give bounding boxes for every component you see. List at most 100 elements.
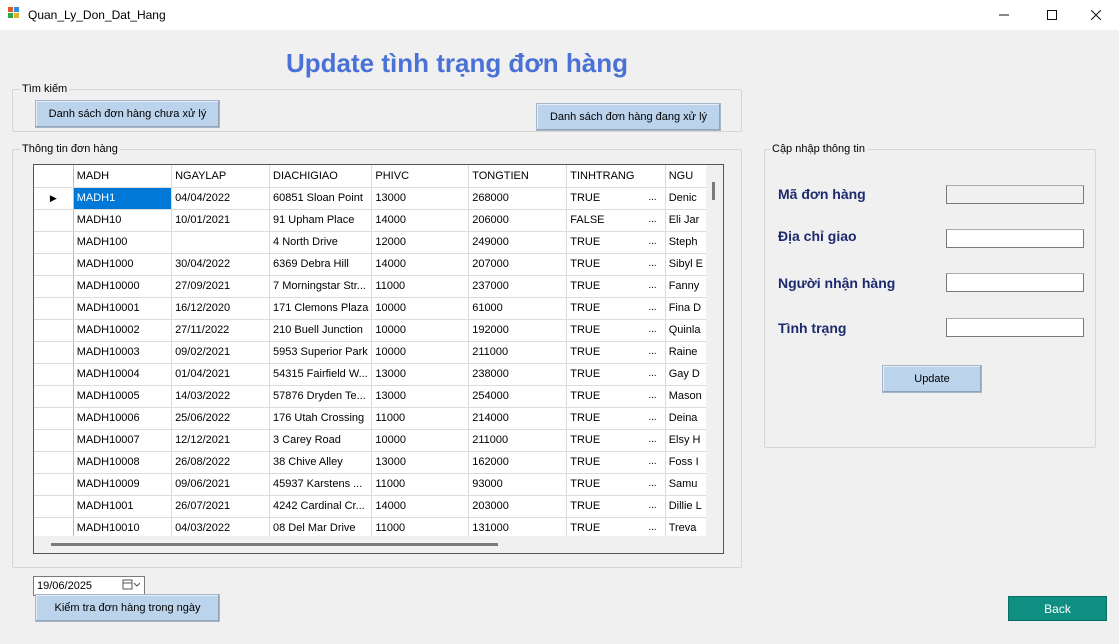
table-row[interactable]: ▶ MADH1 04/04/2022 60851 Sloan Point 13000 26…: [34, 187, 707, 210]
table-cell-madh[interactable]: MADH10001: [73, 297, 173, 320]
check-today-orders-button[interactable]: Kiểm tra đơn hàng trong ngày: [35, 594, 220, 622]
update-button[interactable]: Update: [882, 365, 982, 393]
table-cell-madh[interactable]: MADH1000: [73, 253, 173, 276]
table-cell-tongtien[interactable]: 214000: [468, 407, 568, 430]
row-header[interactable]: [34, 297, 74, 320]
row-header[interactable]: [34, 495, 74, 518]
table-cell-tinhtrang[interactable]: TRUE: [566, 341, 666, 364]
table-row[interactable]: MADH1000 30/04/2022 6369 Debra Hill 14000 20…: [34, 253, 707, 276]
back-button[interactable]: Back: [1008, 596, 1107, 621]
table-cell-ngaylap[interactable]: 16/12/2020: [171, 297, 271, 320]
table-cell-diachigiao[interactable]: 7 Morningstar Str...: [269, 275, 373, 298]
table-cell-ngaylap[interactable]: 12/12/2021: [171, 429, 271, 452]
table-cell-ngaylap[interactable]: 27/11/2022: [171, 319, 271, 342]
address-field[interactable]: [946, 229, 1084, 248]
column-header-phivc[interactable]: PHIVC: [371, 165, 470, 188]
table-cell-ngaylap[interactable]: 04/03/2022: [171, 517, 271, 538]
order-id-field[interactable]: [946, 185, 1084, 204]
column-header-ngu[interactable]: NGU: [665, 165, 707, 188]
table-row[interactable]: MADH100 4 North Drive12000249000TRUESteph: [34, 231, 707, 254]
table-cell-tinhtrang[interactable]: TRUE: [566, 473, 666, 496]
table-cell-ngu[interactable]: Quinla: [665, 319, 707, 342]
table-cell-tinhtrang[interactable]: TRUE: [566, 231, 666, 254]
table-row[interactable]: MADH10003 09/02/2021 5953 Superior Park 100…: [34, 341, 707, 364]
table-cell-madh[interactable]: MADH10000: [73, 275, 173, 298]
table-cell-ngu[interactable]: Treva: [665, 517, 707, 538]
table-cell-phivc[interactable]: 13000: [371, 363, 470, 386]
table-cell-ngaylap[interactable]: 26/07/2021: [171, 495, 271, 518]
row-header[interactable]: [34, 385, 74, 408]
table-row[interactable]: MADH10010 04/03/2022 08 Del Mar Drive 11000…: [34, 517, 707, 538]
column-header-tinhtrang[interactable]: TINHTRANG: [566, 165, 666, 188]
table-cell-ngaylap[interactable]: 25/06/2022: [171, 407, 271, 430]
table-cell-tongtien[interactable]: 203000: [468, 495, 568, 518]
table-cell-phivc[interactable]: 11000: [371, 407, 470, 430]
table-cell-tinhtrang[interactable]: TRUE: [566, 363, 666, 386]
row-header[interactable]: [34, 451, 74, 474]
table-cell-tongtien[interactable]: 211000: [468, 429, 568, 452]
column-header-ngaylap[interactable]: NGAYLAP: [171, 165, 271, 188]
table-cell-madh[interactable]: MADH10005: [73, 385, 173, 408]
table-cell-diachigiao[interactable]: 171 Clemons Plaza: [269, 297, 373, 320]
table-cell-madh[interactable]: MADH10004: [73, 363, 173, 386]
column-header-diachigiao[interactable]: DIACHIGIAO: [269, 165, 373, 188]
table-cell-tinhtrang[interactable]: FALSE: [566, 209, 666, 232]
table-cell-tinhtrang[interactable]: TRUE: [566, 385, 666, 408]
table-cell-ngaylap[interactable]: 10/01/2021: [171, 209, 271, 232]
table-cell-ngaylap[interactable]: 04/04/2022: [171, 187, 271, 210]
calendar-icon[interactable]: [122, 579, 141, 594]
table-cell-ngu[interactable]: Denic: [665, 187, 707, 210]
table-row[interactable]: MADH10001 16/12/2020 171 Clemons Plaza 1000…: [34, 297, 707, 320]
date-picker[interactable]: 19/06/2025: [33, 576, 145, 596]
column-header-madh[interactable]: MADH: [73, 165, 173, 188]
table-cell-tinhtrang[interactable]: TRUE: [566, 319, 666, 342]
row-header[interactable]: [34, 231, 74, 254]
table-cell-diachigiao[interactable]: 91 Upham Place: [269, 209, 373, 232]
table-cell-phivc[interactable]: 14000: [371, 253, 470, 276]
table-cell-ngu[interactable]: Foss I: [665, 451, 707, 474]
table-cell-phivc[interactable]: 10000: [371, 429, 470, 452]
row-header[interactable]: [34, 473, 74, 496]
table-cell-ngu[interactable]: Elsy H: [665, 429, 707, 452]
table-cell-madh[interactable]: MADH10006: [73, 407, 173, 430]
row-header[interactable]: ▶: [34, 187, 74, 210]
maximize-icon[interactable]: [1029, 0, 1075, 30]
table-cell-ngu[interactable]: Fanny: [665, 275, 707, 298]
table-cell-madh[interactable]: MADH1001: [73, 495, 173, 518]
table-cell-madh[interactable]: MADH10009: [73, 473, 173, 496]
table-cell-diachigiao[interactable]: 210 Buell Junction: [269, 319, 373, 342]
vertical-scrollbar[interactable]: [706, 165, 723, 538]
status-field[interactable]: [946, 318, 1084, 337]
table-cell-ngaylap[interactable]: 26/08/2022: [171, 451, 271, 474]
row-header[interactable]: [34, 407, 74, 430]
row-header[interactable]: [34, 209, 74, 232]
column-header-tongtien[interactable]: TONGTIEN: [468, 165, 568, 188]
table-cell-ngaylap[interactable]: 14/03/2022: [171, 385, 271, 408]
table-cell-tongtien[interactable]: 192000: [468, 319, 568, 342]
row-header[interactable]: [34, 253, 74, 276]
table-cell-diachigiao[interactable]: 45937 Karstens ...: [269, 473, 373, 496]
row-header[interactable]: [34, 341, 74, 364]
table-cell-madh[interactable]: MADH10003: [73, 341, 173, 364]
row-header[interactable]: [34, 275, 74, 298]
pending-orders-button[interactable]: Danh sách đơn hàng chưa xử lý: [35, 100, 220, 128]
minimize-icon[interactable]: [981, 0, 1027, 30]
row-header[interactable]: [34, 363, 74, 386]
table-row[interactable]: MADH10000 27/09/2021 7 Morningstar Str... 1…: [34, 275, 707, 298]
table-cell-phivc[interactable]: 11000: [371, 275, 470, 298]
table-cell-tongtien[interactable]: 268000: [468, 187, 568, 210]
table-cell-madh[interactable]: MADH1: [73, 187, 173, 210]
table-cell-diachigiao[interactable]: 57876 Dryden Te...: [269, 385, 373, 408]
table-cell-madh[interactable]: MADH100: [73, 231, 173, 254]
table-cell-ngu[interactable]: Deina: [665, 407, 707, 430]
table-row[interactable]: MADH10008 26/08/2022 38 Chive Alley 13000 16…: [34, 451, 707, 474]
table-cell-ngu[interactable]: Sibyl E: [665, 253, 707, 276]
table-cell-tongtien[interactable]: 61000: [468, 297, 568, 320]
table-cell-ngu[interactable]: Dillie L: [665, 495, 707, 518]
table-row[interactable]: MADH10009 09/06/2021 45937 Karstens ... 110…: [34, 473, 707, 496]
horizontal-scrollbar[interactable]: [34, 536, 707, 553]
table-cell-diachigiao[interactable]: 08 Del Mar Drive: [269, 517, 373, 538]
table-cell-diachigiao[interactable]: 176 Utah Crossing: [269, 407, 373, 430]
table-cell-tongtien[interactable]: 93000: [468, 473, 568, 496]
table-cell-phivc[interactable]: 14000: [371, 495, 470, 518]
